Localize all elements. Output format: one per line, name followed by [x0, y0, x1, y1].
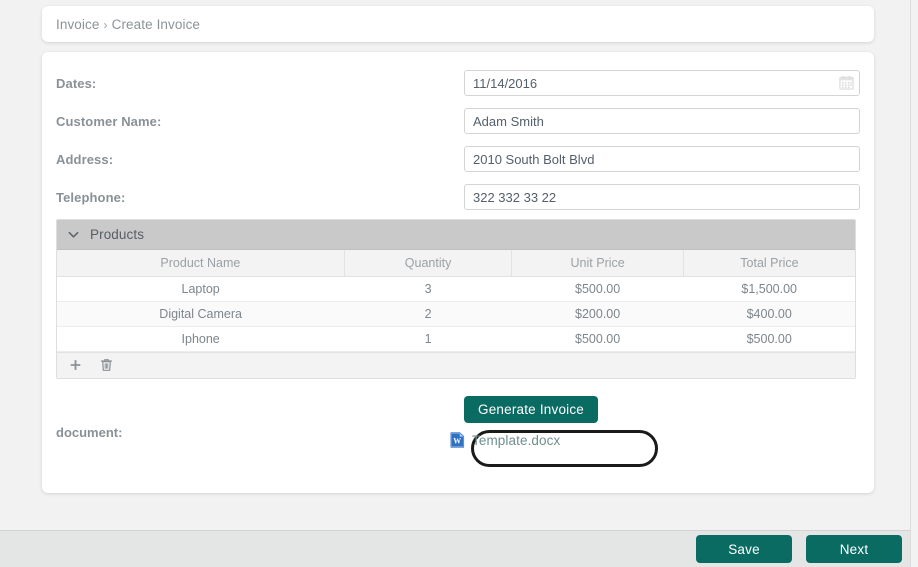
dates-input-wrap: [464, 70, 860, 96]
generate-invoice-button[interactable]: Generate Invoice: [464, 396, 599, 423]
chevron-down-icon[interactable]: [67, 228, 80, 241]
form-row-address: Address:: [42, 144, 874, 174]
table-row[interactable]: Digital Camera 2 $200.00 $400.00: [57, 301, 855, 327]
trash-icon[interactable]: [100, 358, 113, 372]
breadcrumb-card: Invoice › Create Invoice: [42, 6, 874, 42]
table-header-row: Product Name Quantity Unit Price Total P…: [57, 250, 855, 277]
breadcrumb-separator: ›: [103, 17, 108, 32]
cell-product-name: Digital Camera: [57, 301, 345, 327]
breadcrumb-current: Create Invoice: [111, 16, 201, 32]
label-address: Address:: [56, 151, 114, 167]
plus-icon[interactable]: [69, 358, 82, 372]
svg-text:W: W: [453, 436, 461, 445]
label-telephone: Telephone:: [56, 189, 126, 205]
address-input-wrap: [464, 146, 860, 172]
cell-unit-price: $500.00: [511, 276, 684, 302]
footer-action-bar: Save Next: [0, 530, 918, 567]
label-customer-name: Customer Name:: [56, 113, 162, 129]
customer-name-input[interactable]: [464, 108, 860, 134]
invoice-form-card: Dates: 11/14/2016 Customer Name: Adam Sm…: [42, 52, 874, 493]
products-toolbar: [57, 351, 855, 378]
form-row-customer-name: Customer Name:: [42, 106, 874, 136]
next-button[interactable]: Next: [806, 535, 902, 563]
address-input[interactable]: [464, 146, 860, 172]
products-panel: Products Product Name Quantity Unit Pric…: [56, 219, 856, 379]
customer-name-input-wrap: [464, 108, 860, 134]
form-row-dates: Dates:: [42, 68, 874, 98]
document-file-link[interactable]: Template.docx: [472, 433, 560, 448]
breadcrumb-root[interactable]: Invoice: [56, 17, 99, 32]
cell-total-price: $1,500.00: [683, 276, 855, 302]
word-document-icon: W: [450, 432, 465, 448]
products-panel-header[interactable]: Products: [57, 220, 855, 250]
cell-total-price: $500.00: [683, 326, 855, 352]
column-header-total-price[interactable]: Total Price: [683, 250, 855, 277]
telephone-input-wrap: [464, 184, 860, 210]
table-row[interactable]: Laptop 3 $500.00 $1,500.00: [57, 276, 855, 302]
vertical-scrollbar[interactable]: [910, 0, 918, 567]
label-dates: Dates:: [56, 75, 97, 91]
cell-quantity: 1: [344, 326, 512, 352]
breadcrumb: Invoice › Create Invoice: [56, 17, 200, 32]
cell-total-price: $400.00: [683, 301, 855, 327]
telephone-input[interactable]: [464, 184, 860, 210]
cell-unit-price: $500.00: [511, 326, 684, 352]
cell-quantity: 2: [344, 301, 512, 327]
invoice-create-page: Invoice › Create Invoice Dates: 11/14/20…: [0, 0, 918, 567]
save-button[interactable]: Save: [696, 535, 792, 563]
label-document: document:: [56, 425, 123, 440]
document-link-group[interactable]: W Template.docx: [450, 432, 560, 448]
form-row-telephone: Telephone:: [42, 182, 874, 212]
column-header-unit-price[interactable]: Unit Price: [511, 250, 684, 277]
products-table: Product Name Quantity Unit Price Total P…: [57, 250, 855, 352]
products-panel-title: Products: [90, 227, 145, 242]
table-row[interactable]: Iphone 1 $500.00 $500.00: [57, 326, 855, 352]
cell-product-name: Iphone: [57, 326, 345, 352]
cell-product-name: Laptop: [57, 276, 345, 302]
dates-input[interactable]: [464, 70, 860, 96]
column-header-quantity[interactable]: Quantity: [344, 250, 513, 277]
cell-quantity: 3: [344, 276, 512, 302]
column-header-product-name[interactable]: Product Name: [57, 250, 345, 277]
cell-unit-price: $200.00: [511, 301, 684, 327]
